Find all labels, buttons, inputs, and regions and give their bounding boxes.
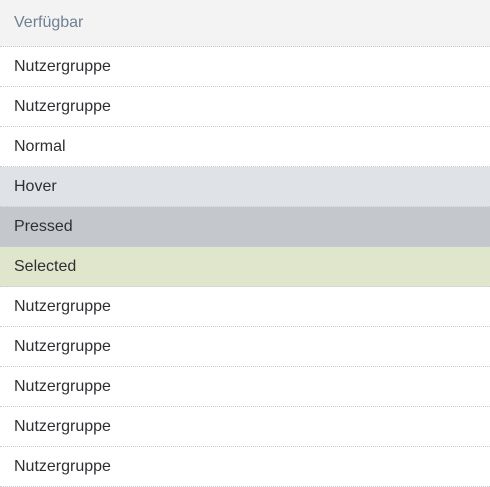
- list-item-pressed[interactable]: Pressed: [0, 207, 490, 247]
- list-item[interactable]: Nutzergruppe: [0, 367, 490, 407]
- list-item-selected[interactable]: Selected: [0, 247, 490, 287]
- list-item-hover[interactable]: Hover: [0, 167, 490, 207]
- list-item[interactable]: Nutzergruppe: [0, 327, 490, 367]
- list-item[interactable]: Nutzergruppe: [0, 447, 490, 487]
- list-item[interactable]: Nutzergruppe: [0, 287, 490, 327]
- list-item[interactable]: Nutzergruppe: [0, 407, 490, 447]
- list-item[interactable]: Nutzergruppe: [0, 87, 490, 127]
- list-item[interactable]: Nutzergruppe: [0, 47, 490, 87]
- list-header: Verfügbar: [0, 0, 490, 47]
- list-item-normal[interactable]: Normal: [0, 127, 490, 167]
- list-items: Nutzergruppe Nutzergruppe Normal Hover P…: [0, 47, 490, 487]
- available-list: Verfügbar Nutzergruppe Nutzergruppe Norm…: [0, 0, 490, 487]
